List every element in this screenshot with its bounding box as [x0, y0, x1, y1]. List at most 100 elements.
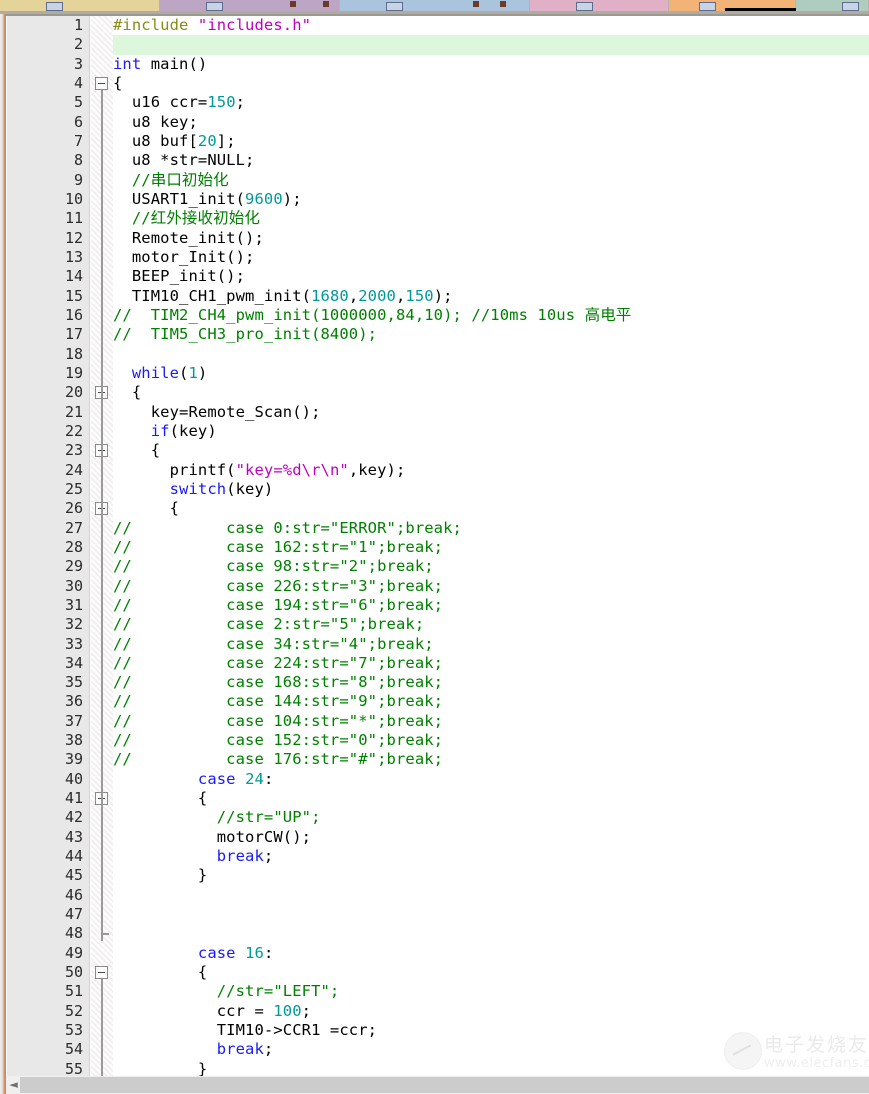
code-line[interactable]: while(1)	[113, 364, 869, 383]
code-line[interactable]: {	[113, 789, 869, 808]
code-line[interactable]: Remote_init();	[113, 229, 869, 248]
line-number: 24	[64, 460, 83, 479]
window-tab-1[interactable]	[0, 0, 160, 11]
code-token-txt: u8 buf[	[113, 131, 198, 150]
fold-collapse-icon[interactable]	[95, 76, 108, 90]
code-line[interactable]: {	[113, 383, 869, 402]
code-line[interactable]: TIM10_CH1_pwm_init(1680,2000,150);	[113, 287, 869, 306]
line-number: 4	[73, 73, 83, 92]
code-line[interactable]: {	[113, 963, 869, 982]
code-token-txt: }	[113, 1059, 208, 1076]
code-line[interactable]: //串口初始化	[113, 171, 869, 190]
window-tab-4[interactable]	[530, 0, 669, 11]
fold-cell[interactable]	[91, 35, 113, 54]
code-line[interactable]: {	[113, 499, 869, 518]
code-line[interactable]: // case 34:str="4";break;	[113, 635, 869, 654]
code-line[interactable]: //str="UP";	[113, 808, 869, 827]
code-line[interactable]: printf("key=%d\r\n",key);	[113, 461, 869, 480]
code-line[interactable]: // case 144:str="9";break;	[113, 692, 869, 711]
code-folding-column[interactable]	[91, 16, 113, 1076]
fold-cell[interactable]	[91, 16, 113, 35]
line-number: 11	[64, 209, 83, 228]
code-line[interactable]: // case 152:str="0";break;	[113, 731, 869, 750]
code-line[interactable]: }	[113, 1060, 869, 1076]
code-token-cmt: // case 176:str="#";break;	[113, 750, 444, 769]
code-line[interactable]: u8 key;	[113, 113, 869, 132]
code-token-cmt: // case 144:str="9";break;	[113, 692, 444, 711]
code-line[interactable]: // case 168:str="8";break;	[113, 673, 869, 692]
line-number: 50	[64, 963, 83, 982]
code-line[interactable]: // case 226:str="3";break;	[113, 577, 869, 596]
code-line[interactable]: ccr = 100;	[113, 1002, 869, 1021]
code-line[interactable]: // case 162:str="1";break;	[113, 538, 869, 557]
window-tab-2[interactable]	[160, 0, 340, 11]
code-token-kw: switch	[169, 479, 227, 498]
code-line[interactable]: USART1_init(9600);	[113, 190, 869, 209]
code-token-txt: USART1_init(	[113, 189, 246, 208]
line-number: 14	[64, 267, 83, 286]
code-line[interactable]: key=Remote_Scan();	[113, 403, 869, 422]
code-line[interactable]: break;	[113, 847, 869, 866]
line-number: 30	[64, 576, 83, 595]
code-line[interactable]: // case 194:str="6";break;	[113, 596, 869, 615]
fold-collapse-icon[interactable]	[95, 966, 108, 980]
code-line[interactable]: motor_Init();	[113, 248, 869, 267]
line-number: 28	[64, 537, 83, 556]
code-line[interactable]: {	[113, 74, 869, 93]
code-line[interactable]: case 24:	[113, 770, 869, 789]
code-line[interactable]: int main()	[113, 55, 869, 74]
horizontal-scrollbar[interactable]: ◄	[0, 1076, 869, 1094]
scrollbar-track[interactable]	[20, 1077, 869, 1093]
code-line[interactable]: // case 98:str="2";break;	[113, 557, 869, 576]
code-token-txt: key=Remote_Scan();	[113, 402, 321, 421]
scroll-left-arrow-icon[interactable]: ◄	[6, 1077, 21, 1093]
line-number: 44	[64, 847, 83, 866]
code-line[interactable]	[113, 345, 869, 364]
code-line[interactable]: // case 2:str="5";break;	[113, 615, 869, 634]
code-token-txt: TIM10->CCR1 =ccr;	[113, 1021, 378, 1040]
code-line[interactable]: // TIM5_CH3_pro_init(8400);	[113, 325, 869, 344]
code-line[interactable]: if(key)	[113, 422, 869, 441]
line-number: 36	[64, 692, 83, 711]
line-number: 31	[64, 595, 83, 614]
window-tab-5[interactable]	[669, 0, 811, 11]
line-number: 23	[64, 441, 83, 460]
code-line[interactable]: u16 ccr=150;	[113, 93, 869, 112]
code-line[interactable]: // TIM2_CH4_pwm_init(1000000,84,10); //1…	[113, 306, 869, 325]
code-line[interactable]: // case 176:str="#";break;	[113, 750, 869, 769]
code-line[interactable]: // case 0:str="ERROR";break;	[113, 519, 869, 538]
code-line[interactable]: // case 104:str="*";break;	[113, 712, 869, 731]
line-number: 18	[64, 344, 83, 363]
line-number: 45	[64, 866, 83, 885]
code-line[interactable]	[113, 35, 869, 55]
code-token-kw: int	[113, 54, 142, 73]
fold-cell[interactable]	[91, 944, 113, 963]
code-line[interactable]: TIM10->CCR1 =ccr;	[113, 1021, 869, 1040]
code-editor[interactable]: 1 2 3 4 5 6 7 8 9 10 11 12 13 14 15 16 17 18 19 20 21 22 23 24 2…	[0, 14, 869, 1094]
code-line[interactable]: #include "includes.h"	[113, 16, 869, 35]
line-number: 27	[64, 518, 83, 537]
code-line[interactable]: //str="LEFT";	[113, 982, 869, 1001]
code-line[interactable]: BEEP_init();	[113, 267, 869, 286]
code-line[interactable]: {	[113, 441, 869, 460]
code-line[interactable]: switch(key)	[113, 480, 869, 499]
fold-cell[interactable]	[91, 55, 113, 74]
code-line[interactable]: // case 224:str="7";break;	[113, 654, 869, 673]
code-line[interactable]: case 16:	[113, 944, 869, 963]
window-tab-3[interactable]	[340, 0, 530, 11]
code-line[interactable]: u8 buf[20];	[113, 132, 869, 151]
line-number: 37	[64, 711, 83, 730]
code-line[interactable]: break;	[113, 1040, 869, 1059]
code-token-num: 100	[273, 1001, 302, 1020]
code-line[interactable]	[113, 886, 869, 905]
code-line[interactable]: //红外接收初始化	[113, 209, 869, 228]
code-line[interactable]	[113, 905, 869, 924]
line-number: 29	[64, 557, 83, 576]
code-line[interactable]: u8 *str=NULL;	[113, 151, 869, 170]
window-tab-6[interactable]	[796, 0, 869, 11]
code-line[interactable]: motorCW();	[113, 828, 869, 847]
code-line[interactable]	[113, 924, 869, 943]
code-text-area[interactable]: #include "includes.h" int main(){ u16 cc…	[113, 16, 869, 1076]
code-token-kw: break	[216, 1040, 264, 1059]
code-line[interactable]: }	[113, 866, 869, 885]
